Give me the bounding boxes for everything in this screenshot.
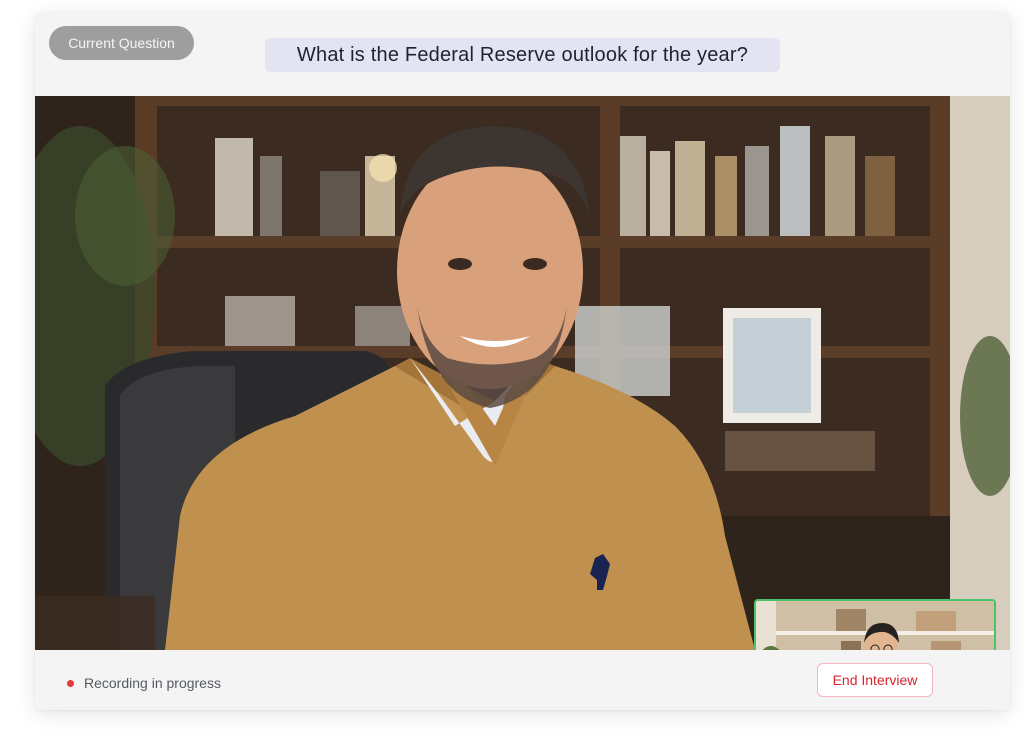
main-video-feed [35,96,1010,650]
question-text: What is the Federal Reserve outlook for … [265,38,780,72]
interviewer-video-frame [756,601,994,650]
end-interview-button[interactable]: End Interview [817,663,933,697]
candidate-video-frame [35,96,1010,650]
current-question-badge: Current Question [49,26,194,60]
question-bar: Current Question What is the Federal Res… [35,12,1010,96]
interviewer-pip-video[interactable] [754,599,996,650]
recording-indicator-icon [67,680,74,687]
interview-window: Current Question What is the Federal Res… [35,12,1010,710]
recording-status-text: Recording in progress [84,675,221,691]
status-bar: Recording in progress End Interview [35,650,1010,710]
